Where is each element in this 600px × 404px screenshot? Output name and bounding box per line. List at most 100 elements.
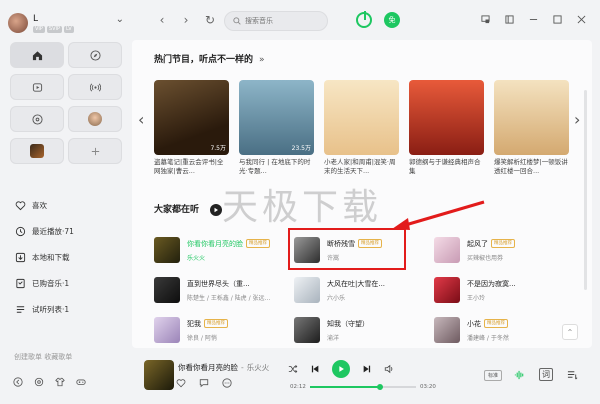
program-card[interactable]: 郭德纲与于谦经典相声合集 <box>409 80 484 176</box>
song-item[interactable]: 大风在吐|大雪在... 六小乐 <box>294 270 434 310</box>
sidebar-playlist-tabs[interactable]: 创建歌单 收藏歌单 <box>14 352 124 360</box>
section-arrow-icon[interactable]: » <box>259 55 265 65</box>
chevron-down-icon[interactable]: ⌄ <box>116 14 124 25</box>
previous-icon[interactable] <box>310 364 320 374</box>
song-cover[interactable] <box>294 277 320 303</box>
settings-icon[interactable] <box>33 376 44 387</box>
skin-icon[interactable] <box>54 376 65 387</box>
tile-podcast[interactable] <box>10 106 64 132</box>
song-cover[interactable] <box>434 237 460 263</box>
tile-video[interactable] <box>10 74 64 100</box>
more-icon[interactable] <box>222 378 233 389</box>
comment-icon[interactable] <box>199 378 210 389</box>
play-button[interactable] <box>332 360 350 378</box>
music-note-icon[interactable] <box>356 11 372 28</box>
song-cover[interactable] <box>294 317 320 343</box>
sidebar-item-trial-list[interactable]: 试听列表·1 <box>14 296 124 322</box>
card-cover[interactable] <box>409 80 484 155</box>
search-box[interactable] <box>224 11 328 31</box>
program-card[interactable]: 爆笑解析红楼梦|一顿饭讲透红楼一回合... <box>494 80 569 176</box>
card-title[interactable]: 小老人家|和周甫|混笑·周末的生活天下... <box>324 158 399 176</box>
back-icon[interactable] <box>12 376 23 387</box>
sidebar-item-local[interactable]: 本地和下载 <box>14 244 124 270</box>
search-input[interactable] <box>245 17 325 25</box>
scroll-to-top-button[interactable]: ⌃ <box>562 324 578 340</box>
song-artist[interactable]: 渝洋 <box>327 333 427 342</box>
song-artist[interactable]: 潘建峰 / 于冬然 <box>467 333 567 342</box>
song-artist[interactable]: 乐火火 <box>187 253 287 262</box>
scrollbar[interactable] <box>584 90 587 290</box>
progress-knob[interactable] <box>376 384 383 390</box>
sidebar-item-recent[interactable]: 最近播放·71 <box>14 218 124 244</box>
song-cover[interactable] <box>434 277 460 303</box>
song-cover[interactable] <box>154 237 180 263</box>
card-title[interactable]: 与我同行 | 在地底下的时光·专题... <box>239 158 314 176</box>
now-playing-title[interactable]: 你看你看月亮的脸 <box>178 363 238 372</box>
song-item[interactable]: 起风了 精品推荐 买辣椒也用券 <box>434 230 574 270</box>
tile-add[interactable] <box>68 138 122 164</box>
song-artist[interactable]: 六小乐 <box>327 293 427 302</box>
lyrics-button[interactable]: 词 <box>539 368 553 381</box>
program-card[interactable]: 23.5万 与我同行 | 在地底下的时光·专题... <box>239 80 314 176</box>
song-item[interactable]: 不是因为寂寞... 王小玲 <box>434 270 574 310</box>
song-item[interactable]: 直到世界尽头（重... 陈楚生 / 王栎鑫 / 陆虎 / 张远... <box>154 270 294 310</box>
song-artist[interactable]: 王小玲 <box>467 293 567 302</box>
game-icon[interactable] <box>75 376 86 387</box>
user-profile[interactable]: L VIP SVIP LV ⌄ <box>8 10 126 36</box>
tile-playlist[interactable] <box>10 138 64 164</box>
sound-effect-icon[interactable] <box>514 369 525 380</box>
now-playing-artist[interactable]: 乐火火 <box>247 363 270 372</box>
card-title[interactable]: 盗墓笔记|重云会评书|全网独家|曹云... <box>154 158 229 176</box>
song-artist[interactable]: 买辣椒也用券 <box>467 253 567 262</box>
card-cover[interactable]: 7.5万 <box>154 80 229 155</box>
sidebar-item-favorites[interactable]: 喜欢 <box>14 192 124 218</box>
tile-home[interactable] <box>10 42 64 68</box>
vip-free-badge[interactable]: 免 <box>384 12 400 28</box>
song-title[interactable]: 大风在吐|大雪在... <box>327 279 385 289</box>
quality-selector[interactable]: 标准 <box>484 370 503 381</box>
program-card[interactable]: 小老人家|和周甫|混笑·周末的生活天下... <box>324 80 399 176</box>
carousel-next-icon[interactable]: › <box>574 110 580 129</box>
refresh-icon[interactable]: ↻ <box>204 13 216 27</box>
playlist-queue-icon[interactable] <box>567 369 578 380</box>
song-item[interactable]: 知我（守望） 渝洋 <box>294 310 434 348</box>
song-title[interactable]: 知我（守望） <box>327 319 369 329</box>
mini-mode-icon[interactable] <box>480 14 490 24</box>
play-all-icon[interactable] <box>210 203 223 216</box>
progress-bar[interactable] <box>310 384 416 390</box>
song-artist[interactable]: 徐良 / 阿悄 <box>187 333 287 342</box>
song-title[interactable]: 犯我 <box>187 319 201 329</box>
volume-icon[interactable] <box>384 364 394 374</box>
card-cover[interactable] <box>324 80 399 155</box>
back-arrow-icon[interactable]: ‹ <box>156 13 168 27</box>
maximize-icon[interactable] <box>552 14 562 24</box>
like-icon[interactable] <box>176 378 187 389</box>
carousel-prev-icon[interactable]: ‹ <box>138 110 144 129</box>
tile-explore[interactable] <box>68 42 122 68</box>
song-cover[interactable] <box>434 317 460 343</box>
tile-radio[interactable] <box>68 74 122 100</box>
song-cover[interactable] <box>154 277 180 303</box>
song-item[interactable]: 你看你看月亮的脸 精品推荐 乐火火 <box>154 230 294 270</box>
song-item[interactable]: 犯我 精品推荐 徐良 / 阿悄 <box>154 310 294 348</box>
sidebar-item-purchased[interactable]: 已购音乐·1 <box>14 270 124 296</box>
program-card[interactable]: 7.5万 盗墓笔记|重云会评书|全网独家|曹云... <box>154 80 229 176</box>
song-cover[interactable] <box>154 317 180 343</box>
forward-arrow-icon[interactable]: › <box>180 13 192 27</box>
card-cover[interactable] <box>494 80 569 155</box>
song-title[interactable]: 你看你看月亮的脸 <box>187 239 243 249</box>
close-icon[interactable] <box>576 14 586 24</box>
now-playing-cover[interactable] <box>144 360 174 390</box>
next-icon[interactable] <box>362 364 372 374</box>
tile-profile[interactable] <box>68 106 122 132</box>
song-title[interactable]: 不是因为寂寞... <box>467 279 516 289</box>
card-title[interactable]: 爆笑解析红楼梦|一顿饭讲透红楼一回合... <box>494 158 569 176</box>
song-item[interactable]: 小花 精品推荐 潘建峰 / 于冬然 <box>434 310 574 348</box>
song-title[interactable]: 起风了 <box>467 239 488 249</box>
song-title[interactable]: 小花 <box>467 319 481 329</box>
avatar[interactable] <box>8 13 28 33</box>
song-title[interactable]: 直到世界尽头（重... <box>187 279 250 289</box>
now-playing-info[interactable]: 你看你看月亮的脸 - 乐火火 <box>178 362 269 373</box>
card-cover[interactable]: 23.5万 <box>239 80 314 155</box>
card-title[interactable]: 郭德纲与于谦经典相声合集 <box>409 158 484 176</box>
